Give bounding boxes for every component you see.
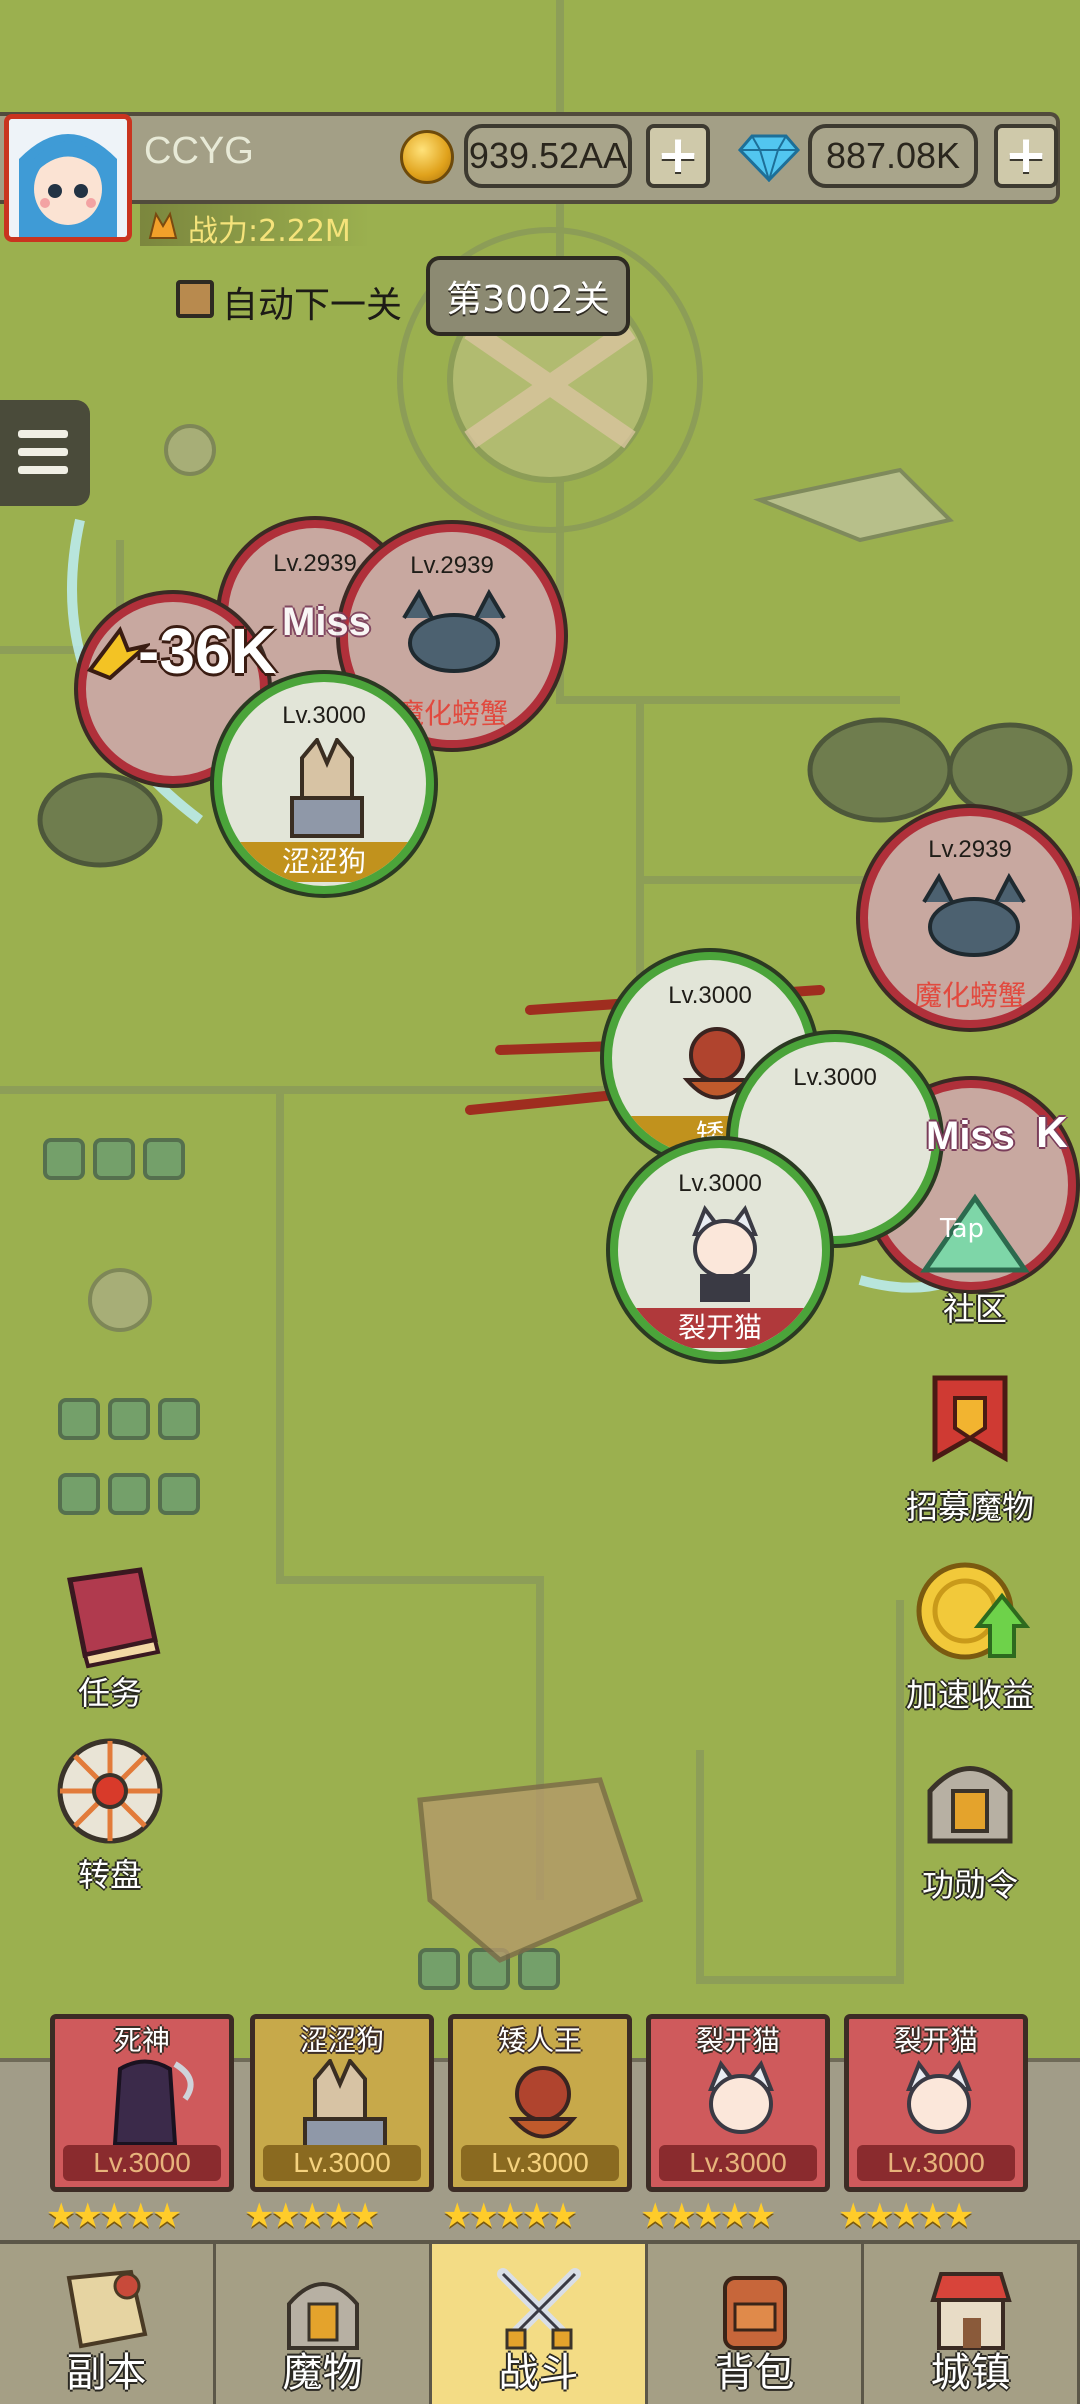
nav-label: 副本: [66, 2350, 147, 2396]
diamond-icon: [738, 134, 800, 182]
hero-card[interactable]: 裂开猫 Lv.3000: [844, 2014, 1028, 2192]
helmet-icon: [927, 1766, 1013, 1844]
unit-level: Lv.3000: [668, 982, 752, 1009]
hero-stars: ★★★★★: [838, 2196, 974, 2236]
auto-next-checkbox[interactable]: [176, 280, 214, 318]
nav-label: 战斗: [498, 2350, 579, 2396]
power-icon: [148, 211, 178, 239]
cat-maid-icon: [708, 2059, 774, 2134]
avatar-portrait-icon: [9, 119, 127, 237]
community-button[interactable]: Tap 社区: [900, 1190, 1050, 1330]
cat-maid-icon: [906, 2059, 972, 2134]
add-gem-button[interactable]: +: [994, 124, 1058, 188]
hero-card[interactable]: 裂开猫 Lv.3000: [646, 2014, 830, 2192]
hero-card[interactable]: 死神 Lv.3000: [50, 2014, 234, 2192]
menu-button[interactable]: [0, 400, 90, 506]
boost-income-button[interactable]: 加速收益: [880, 1556, 1060, 1716]
hero-name: 涩涩狗: [299, 2024, 384, 2057]
wolf-warrior-icon: [303, 2059, 387, 2149]
crab-icon: [922, 872, 1026, 957]
merit-order-button[interactable]: 功勋令: [880, 1746, 1060, 1906]
unit-level: Lv.2939: [410, 552, 494, 579]
wheel-label: 转盘: [77, 1856, 142, 1894]
nav-label: 背包: [714, 2350, 795, 2396]
hero-name: 矮人王: [497, 2024, 582, 2057]
gem-amount: 887.08K: [808, 124, 978, 188]
damage-number: -36K: [138, 615, 277, 687]
hero-stars: ★★★★★: [46, 2196, 182, 2236]
nav-town[interactable]: 城镇: [864, 2244, 1080, 2404]
partial-damage-number: K: [1036, 1108, 1068, 1157]
hero-level: Lv.3000: [263, 2145, 421, 2181]
gold-coin-icon: [400, 130, 454, 184]
crab-icon: [402, 588, 506, 673]
bottom-nav: 副本 魔物 战斗 背包 城镇: [0, 2240, 1080, 2404]
nav-backpack[interactable]: 背包: [648, 2244, 864, 2404]
hero-card[interactable]: 涩涩狗 Lv.3000: [250, 2014, 434, 2192]
stage-indicator: 第3002关: [426, 256, 630, 336]
dwarf-king-icon: [508, 2066, 578, 2139]
menu-icon-bar: [18, 448, 68, 456]
quest-button[interactable]: 任务: [30, 1560, 190, 1714]
nav-monsters[interactable]: 魔物: [216, 2244, 432, 2404]
reaper-icon: [112, 2059, 194, 2146]
community-label: 社区: [942, 1290, 1007, 1328]
player-avatar[interactable]: [4, 114, 132, 242]
hero-level: Lv.3000: [857, 2145, 1015, 2181]
unit-level: Lv.2939: [928, 836, 1012, 863]
miss-text: Miss: [282, 600, 371, 644]
quest-label: 任务: [77, 1674, 142, 1712]
unit-name: 裂开猫: [618, 1308, 822, 1348]
lucky-wheel-icon: [57, 1738, 163, 1844]
nav-dungeon[interactable]: 副本: [0, 2244, 216, 2404]
unit-level: Lv.3000: [282, 702, 366, 729]
unit-name: 魔化螃蟹: [913, 979, 1026, 1012]
hero-card[interactable]: 矮人王 Lv.3000: [448, 2014, 632, 2192]
hero-name: 死神: [113, 2024, 170, 2057]
ally-unit-cat[interactable]: Lv.3000 裂开猫: [610, 1140, 830, 1360]
unit-level: Lv.3000: [678, 1170, 762, 1197]
gold-boost-icon: [916, 1562, 1031, 1660]
nav-label: 城镇: [930, 2350, 1011, 2396]
menu-icon: [18, 430, 68, 438]
boost-income-label: 加速收益: [905, 1676, 1034, 1714]
add-gold-button[interactable]: +: [646, 124, 710, 188]
tap-label: Tap: [940, 1214, 985, 1244]
wolf-warrior-icon: [290, 738, 364, 838]
hero-level: Lv.3000: [63, 2145, 221, 2181]
auto-next-label: 自动下一关: [222, 285, 403, 326]
hero-stars: ★★★★★: [244, 2196, 380, 2236]
hero-stars: ★★★★★: [640, 2196, 776, 2236]
recruit-banner-icon: [932, 1375, 1008, 1463]
wheel-button[interactable]: 转盘: [30, 1736, 190, 1896]
unit-name: 涩涩狗: [222, 842, 426, 882]
hero-name: 裂开猫: [695, 2024, 780, 2057]
recruit-button[interactable]: 招募魔物: [880, 1368, 1060, 1528]
menu-icon-bar: [18, 466, 68, 474]
combat-power: 战力:2.22M: [188, 214, 351, 249]
miss-text: Miss: [926, 1114, 1015, 1158]
quest-book-icon: [67, 1567, 161, 1669]
player-name: CCYG: [144, 130, 254, 172]
recruit-label: 招募魔物: [905, 1488, 1034, 1526]
cat-maid-icon: [692, 1204, 758, 1302]
hero-name: 裂开猫: [893, 2024, 978, 2057]
unit-level: Lv.3000: [793, 1064, 877, 1091]
merit-order-label: 功勋令: [921, 1866, 1018, 1904]
hero-stars: ★★★★★: [442, 2196, 578, 2236]
nav-battle[interactable]: 战斗: [432, 2244, 648, 2404]
ally-unit-dog[interactable]: Lv.3000 涩涩狗: [214, 674, 434, 894]
enemy-unit-crab[interactable]: Lv.2939 魔化螃蟹: [860, 808, 1080, 1028]
gold-amount: 939.52AA: [464, 124, 632, 188]
hero-level: Lv.3000: [461, 2145, 619, 2181]
nav-label: 魔物: [282, 2350, 363, 2396]
hero-level: Lv.3000: [659, 2145, 817, 2181]
